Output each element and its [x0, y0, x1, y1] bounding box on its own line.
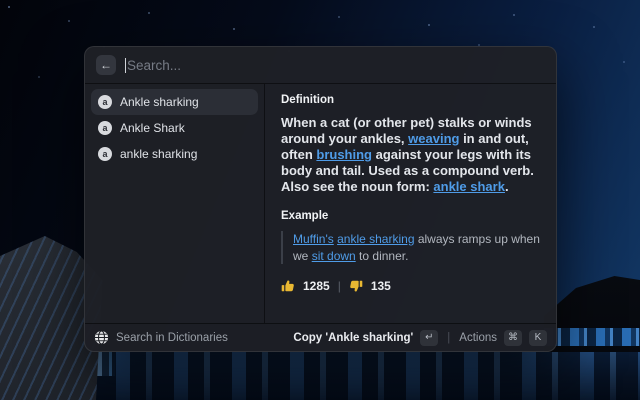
stars [8, 6, 10, 8]
example-heading: Example [281, 210, 540, 222]
thumbs-down-icon [349, 279, 363, 293]
footer-source-label[interactable]: Search in Dictionaries [116, 332, 228, 344]
result-label: ankle sharking [120, 147, 197, 161]
downvote-count: 135 [371, 279, 391, 293]
upvote-count: 1285 [303, 279, 330, 293]
back-arrow-icon: ← [100, 58, 112, 72]
actions-label[interactable]: Actions [459, 332, 497, 344]
definition-segment: . [505, 179, 509, 194]
link-ankle-shark[interactable]: ankle shark [433, 179, 505, 194]
search-input[interactable] [127, 58, 545, 73]
enter-key[interactable]: ↵ [420, 330, 438, 346]
example-quote: Muffin's ankle sharking always ramps up … [281, 231, 540, 264]
vote-divider: | [338, 279, 341, 293]
result-label: Ankle sharking [120, 95, 199, 109]
dictionary-entry-icon: a [98, 121, 112, 135]
water-band [544, 328, 640, 346]
result-item-ankle-shark[interactable]: a Ankle Shark [91, 115, 258, 141]
copy-action-label[interactable]: Copy 'Ankle sharking' [293, 332, 413, 344]
link-brushing[interactable]: brushing [316, 147, 372, 162]
result-label: Ankle Shark [120, 121, 185, 135]
dictionaries-globe-icon [94, 330, 109, 345]
back-button[interactable]: ← [96, 55, 116, 75]
cmd-key[interactable]: ⌘ [504, 330, 522, 346]
result-item-ankle-sharking[interactable]: a Ankle sharking [91, 89, 258, 115]
link-weaving[interactable]: weaving [408, 131, 459, 146]
footer-divider: | [447, 332, 450, 344]
vote-row: 1285 | 135 [281, 279, 540, 293]
result-item-ankle-sharking-lower[interactable]: a ankle sharking [91, 141, 258, 167]
dictionary-entry-icon: a [98, 147, 112, 161]
detail-pane: Definition When a cat (or other pet) sta… [265, 84, 556, 323]
k-key[interactable]: K [529, 330, 547, 346]
footer-bar: Search in Dictionaries Copy 'Ankle shark… [85, 323, 556, 351]
search-field-wrap [125, 58, 545, 73]
definition-text: When a cat (or other pet) stalks or wind… [281, 115, 540, 195]
example-segment: to dinner. [356, 249, 409, 263]
link-sit-down[interactable]: sit down [312, 249, 356, 263]
results-sidebar: a Ankle sharking a Ankle Shark a ankle s… [85, 84, 265, 323]
dictionary-window: ← a Ankle sharking a Ankle Shark a ankle… [84, 46, 557, 352]
text-caret [125, 58, 126, 73]
dictionary-entry-icon: a [98, 95, 112, 109]
thumbs-up-icon [281, 279, 295, 293]
link-ankle-sharking[interactable]: ankle sharking [337, 232, 414, 246]
window-body: a Ankle sharking a Ankle Shark a ankle s… [85, 84, 556, 323]
search-bar: ← [85, 47, 556, 84]
definition-heading: Definition [281, 94, 540, 106]
link-muffins[interactable]: Muffin's [293, 232, 334, 246]
